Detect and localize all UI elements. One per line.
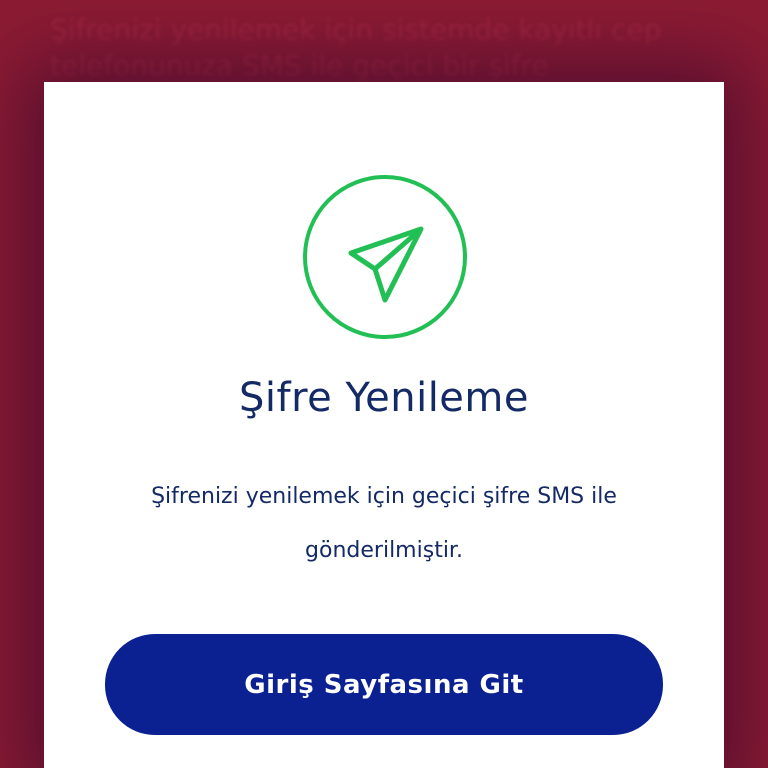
password-reset-dialog: Şifre Yenileme Şifrenizi yenilemek için … — [44, 82, 724, 768]
background-message-text: Şifrenizi yenilemek için sistemde kayıtl… — [50, 13, 662, 82]
paper-plane-icon — [348, 226, 424, 303]
dialog-message: Şifrenizi yenilemek için geçici şifre SM… — [151, 484, 617, 563]
send-icon-circle — [303, 175, 467, 339]
dialog-title: Şifre Yenileme — [239, 375, 529, 421]
go-to-login-button[interactable]: Giriş Sayfasına Git — [105, 634, 663, 735]
